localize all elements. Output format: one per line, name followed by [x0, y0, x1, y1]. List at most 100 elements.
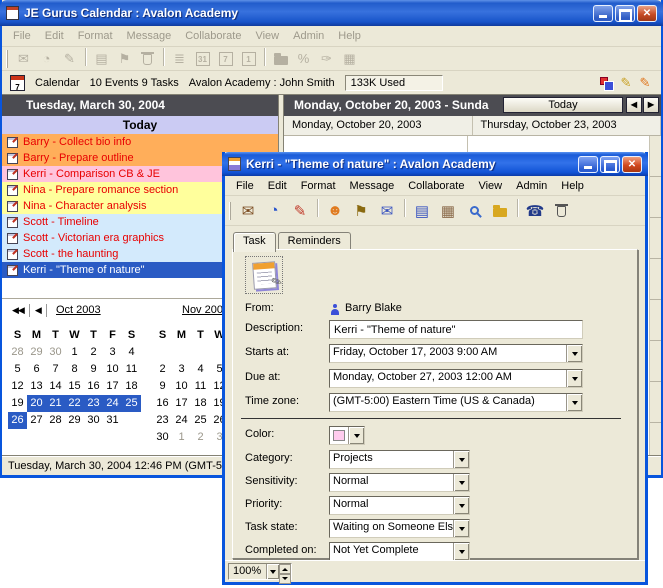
mini-cal-day[interactable]: 31 — [103, 412, 122, 429]
menu-item-admin[interactable]: Admin — [509, 177, 554, 195]
mini-cal-day[interactable]: 26 — [8, 412, 27, 429]
mini-cal-day[interactable]: 10 — [172, 378, 191, 395]
mini-cal-day[interactable]: 22 — [65, 395, 84, 412]
chevron-down-icon[interactable] — [566, 370, 582, 387]
completed-on-select[interactable]: Not Yet Complete — [329, 542, 470, 561]
prev-year-button[interactable]: ◀◀ — [7, 304, 30, 317]
mini-cal-day[interactable]: 30 — [46, 344, 65, 361]
mini-cal-day[interactable]: 28 — [46, 412, 65, 429]
mini-cal-day[interactable]: 23 — [84, 395, 103, 412]
close-button[interactable]: ✕ — [637, 5, 657, 22]
color-select[interactable] — [329, 426, 365, 445]
zoom-down-button[interactable] — [279, 574, 291, 584]
mini-cal-day[interactable]: 1 — [65, 344, 84, 361]
tab-reminders[interactable]: Reminders — [278, 232, 351, 250]
mini-cal-day[interactable]: 2 — [84, 344, 103, 361]
mini-cal-day[interactable]: 29 — [27, 344, 46, 361]
mini-cal-day[interactable]: 18 — [122, 378, 141, 395]
chevron-down-icon[interactable] — [453, 520, 469, 537]
menu-item-edit[interactable]: Edit — [261, 177, 294, 195]
due-at-select[interactable]: Monday, October 27, 2003 12:00 AM — [329, 369, 583, 388]
mini-cal-day[interactable]: 3 — [103, 344, 122, 361]
delete-icon[interactable] — [548, 199, 574, 223]
mini-cal-day[interactable]: 30 — [84, 412, 103, 429]
maximize-button[interactable] — [615, 5, 635, 22]
print-icon[interactable]: ▦ — [435, 199, 461, 223]
mini-cal-day[interactable]: 28 — [8, 344, 27, 361]
dialog-close-button[interactable]: ✕ — [622, 156, 642, 173]
mini-cal-day[interactable]: 2 — [153, 361, 172, 378]
new-task-icon[interactable]: ✎ — [287, 199, 313, 223]
mini-cal-day[interactable]: 25 — [191, 412, 210, 429]
mini-cal-day[interactable]: 27 — [27, 412, 46, 429]
mini-cal-day[interactable]: 11 — [191, 378, 210, 395]
mini-cal-day[interactable]: 11 — [122, 361, 141, 378]
mini-cal-day[interactable]: 16 — [84, 378, 103, 395]
mini-cal-day[interactable]: 12 — [8, 378, 27, 395]
mini-cal-day[interactable]: 21 — [46, 395, 65, 412]
mini-cal-day[interactable]: 14 — [46, 378, 65, 395]
mini-cal-day[interactable]: 29 — [65, 412, 84, 429]
signature-pencil-icon[interactable]: ✎ — [637, 72, 653, 93]
mini-cal-day[interactable]: 3 — [172, 361, 191, 378]
mini-cal-day[interactable]: 19 — [8, 395, 27, 412]
mini-cal-day[interactable]: 10 — [103, 361, 122, 378]
mail-link-icon[interactable]: ✉ — [374, 199, 400, 223]
task-item[interactable]: Barry - Collect bio info — [2, 134, 278, 150]
chevron-down-icon[interactable] — [453, 451, 469, 468]
mini-cal-day[interactable]: 30 — [153, 429, 172, 446]
folder-icon[interactable] — [487, 199, 513, 223]
tab-task[interactable]: Task — [233, 232, 276, 252]
dialog-minimize-button[interactable] — [578, 156, 598, 173]
category-select[interactable]: Projects — [329, 450, 470, 469]
task-state-select[interactable]: Waiting on Someone Else — [329, 519, 470, 538]
dialog-maximize-button[interactable] — [600, 156, 620, 173]
mini-cal-day[interactable]: 16 — [153, 395, 172, 412]
prev-month-button[interactable]: ◀ — [30, 304, 47, 317]
chevron-down-icon[interactable] — [566, 394, 582, 411]
priority-select[interactable]: Normal — [329, 496, 470, 515]
sensitivity-select[interactable]: Normal — [329, 473, 470, 492]
new-event-icon[interactable]: ✉ — [235, 199, 261, 223]
minical-month-link-oct[interactable]: Oct 2003 — [56, 304, 101, 316]
mini-cal-day[interactable]: 9 — [153, 378, 172, 395]
assign-icon[interactable]: ⚑ — [348, 199, 374, 223]
chevron-down-icon[interactable] — [453, 497, 469, 514]
mini-cal-day[interactable]: 2 — [191, 429, 210, 446]
menu-item-help[interactable]: Help — [554, 177, 591, 195]
calendar-scrollbar[interactable] — [649, 136, 661, 455]
mini-cal-day[interactable]: 9 — [84, 361, 103, 378]
mini-cal-day[interactable]: 17 — [103, 378, 122, 395]
mini-cal-day[interactable]: 6 — [27, 361, 46, 378]
new-alarm-icon[interactable]: ◔ — [261, 199, 287, 223]
mini-cal-day[interactable]: 24 — [172, 412, 191, 429]
mini-cal-day[interactable]: 4 — [191, 361, 210, 378]
chevron-down-icon[interactable] — [566, 345, 582, 362]
mini-cal-day[interactable]: 8 — [65, 361, 84, 378]
timezone-select[interactable]: (GMT-5:00) Eastern Time (US & Canada) — [329, 393, 583, 412]
contact-icon[interactable]: ☻ — [322, 199, 348, 223]
next-week-button[interactable]: ▶ — [643, 97, 659, 113]
search-icon[interactable] — [461, 199, 487, 223]
mini-cal-day[interactable]: 18 — [191, 395, 210, 412]
notes-icon[interactable]: ▤ — [409, 199, 435, 223]
menu-item-view[interactable]: View — [471, 177, 509, 195]
zoom-dropdown-button[interactable] — [266, 564, 279, 579]
chevron-down-icon[interactable] — [453, 474, 469, 491]
mini-cal-day[interactable]: 4 — [122, 344, 141, 361]
mini-cal-day[interactable]: 17 — [172, 395, 191, 412]
zoom-up-button[interactable] — [279, 564, 291, 574]
menu-item-format[interactable]: Format — [294, 177, 343, 195]
menu-item-message[interactable]: Message — [343, 177, 402, 195]
mini-cal-day[interactable]: 5 — [8, 361, 27, 378]
mini-cal-day[interactable]: 24 — [103, 395, 122, 412]
menu-item-file[interactable]: File — [229, 177, 261, 195]
today-button[interactable]: Today — [503, 97, 623, 113]
menu-item-collaborate[interactable]: Collaborate — [401, 177, 471, 195]
minimize-button[interactable] — [593, 5, 613, 22]
mini-cal-day[interactable]: 7 — [46, 361, 65, 378]
prev-week-button[interactable]: ◀ — [626, 97, 642, 113]
chevron-down-icon[interactable] — [348, 427, 364, 444]
mini-cal-day[interactable]: 23 — [153, 412, 172, 429]
mini-cal-day[interactable]: 1 — [172, 429, 191, 446]
